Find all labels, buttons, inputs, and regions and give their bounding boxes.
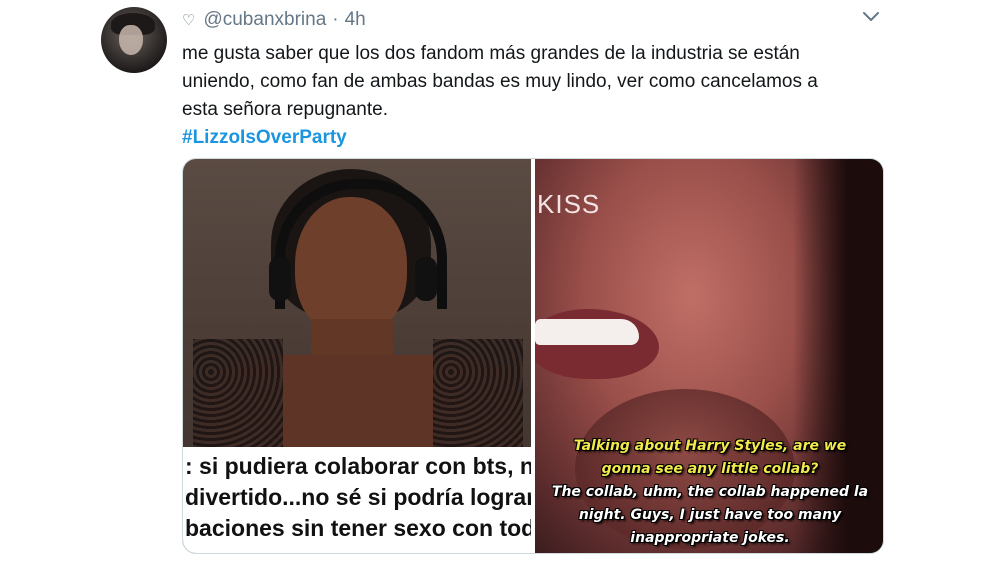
media-image-left[interactable]: : si pudiera colaborar con bts, no diver…	[183, 159, 531, 553]
tweet-text-line: uniendo, como fan de ambas bandas es muy…	[182, 71, 818, 92]
caption-line: divertido...no sé si podría lograr l	[185, 484, 531, 510]
subtitle-line: gonna see any little collab?	[601, 461, 819, 477]
headphone-ear-right	[415, 257, 437, 301]
tweet-text: me gusta saber que los dos fandom más gr…	[182, 40, 882, 152]
caption-line: : si pudiera colaborar con bts, no	[185, 453, 531, 479]
subtitle-line: night. Guys, I just have too many	[578, 507, 842, 523]
avatar[interactable]	[101, 7, 167, 73]
kiss-logo-label: KISS	[537, 189, 601, 219]
caption-line: baciones sin tener sexo con todo	[185, 515, 531, 541]
subtitle-line: inappropriate jokes.	[630, 530, 790, 546]
avatar-face	[119, 25, 143, 55]
subtitle-line: The collab, uhm, the collab happened la	[551, 484, 869, 500]
heart-outline-icon: ♡	[182, 12, 196, 29]
tweet-text-line: esta señora repugnante.	[182, 99, 388, 120]
tweet-media[interactable]: : si pudiera colaborar con bts, no diver…	[182, 158, 884, 554]
tweet: ♡ @cubanxbrina · 4h me gusta saber que l…	[0, 0, 1000, 562]
headphone-ear-left	[269, 257, 291, 301]
photo-lace-left	[193, 339, 283, 449]
image-caption: : si pudiera colaborar con bts, no diver…	[183, 447, 531, 553]
tweet-header: ♡ @cubanxbrina · 4h	[182, 9, 366, 31]
author-handle[interactable]: @cubanxbrina	[203, 9, 326, 31]
video-subtitles: Talking about Harry Styles, are we gonna…	[539, 435, 881, 550]
hashtag-link[interactable]: #LizzoIsOverParty	[182, 124, 347, 152]
chevron-down-icon[interactable]	[862, 10, 880, 24]
media-image-right[interactable]: KISS Talking about Harry Styles, are we …	[535, 159, 883, 553]
meta-separator: ·	[332, 9, 339, 30]
photo-teeth	[535, 319, 639, 345]
photo-lace-right	[433, 339, 523, 449]
subtitle-line: Talking about Harry Styles, are we	[573, 438, 847, 454]
tweet-text-line: me gusta saber que los dos fandom más gr…	[182, 43, 800, 64]
tweet-time[interactable]: 4h	[345, 9, 366, 31]
